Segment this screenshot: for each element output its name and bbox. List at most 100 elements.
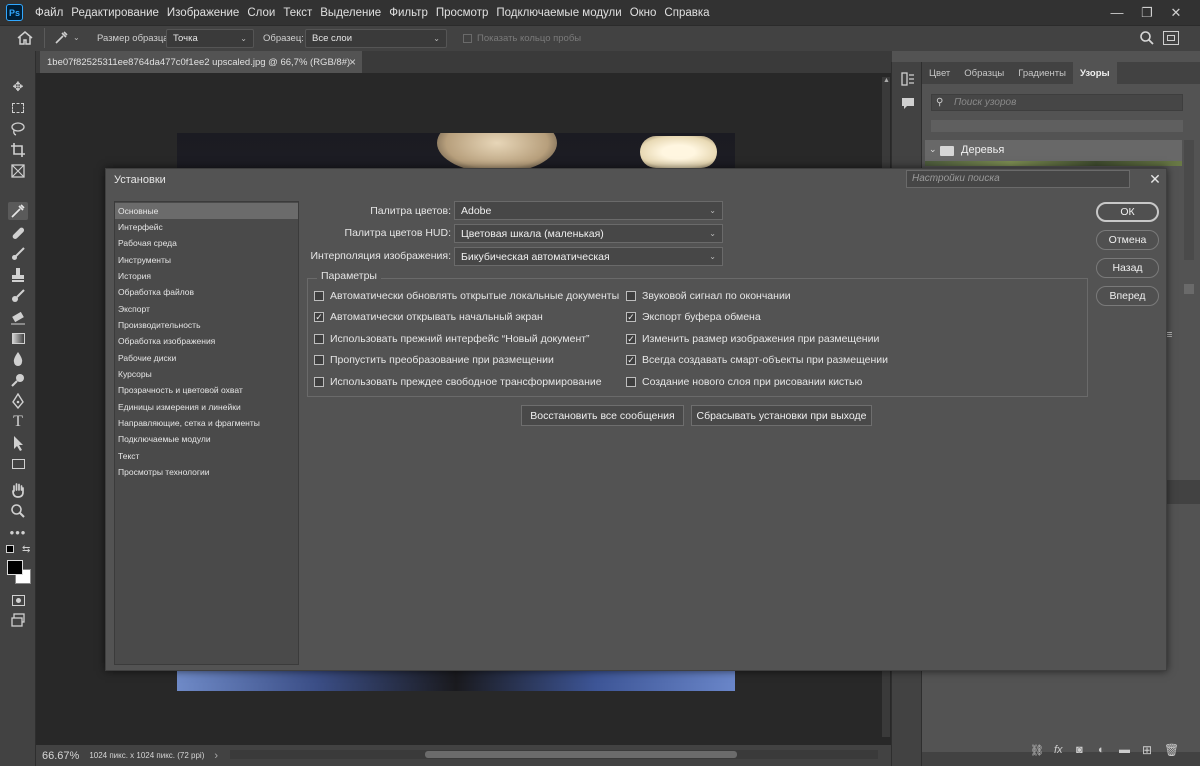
rectangle-tool-icon[interactable]	[8, 455, 28, 473]
tab-gradients[interactable]: Градиенты	[1011, 62, 1073, 84]
menu-file[interactable]: Файл	[31, 7, 67, 19]
nav-units-rulers[interactable]: Единицы измерения и линейки	[115, 399, 298, 415]
home-icon[interactable]	[16, 30, 34, 46]
checkbox-box[interactable]	[626, 291, 636, 301]
mask-icon[interactable]: ◙	[1076, 744, 1083, 756]
nav-workspace[interactable]: Рабочая среда	[115, 235, 298, 251]
quick-mask-icon[interactable]	[8, 591, 28, 609]
checkbox-skip-transform[interactable]: Пропустить преобразование при размещении	[314, 354, 554, 366]
nav-image-processing[interactable]: Обработка изображения	[115, 333, 298, 349]
restore-icon[interactable]: ❐	[1134, 0, 1160, 25]
search-icon[interactable]	[1139, 30, 1155, 46]
checkbox-resize-on-place[interactable]: ✓ Изменить размер изображения при размещ…	[626, 333, 879, 345]
tab-swatches[interactable]: Образцы	[957, 62, 1011, 84]
cancel-button[interactable]: Отмена	[1096, 230, 1159, 250]
nav-technology-previews[interactable]: Просмотры технологии	[115, 464, 298, 480]
checkbox-new-layer-on-paint[interactable]: Создание нового слоя при рисовании кисть…	[626, 376, 862, 388]
hand-tool-icon[interactable]	[8, 481, 28, 499]
checkbox-auto-update-docs[interactable]: Автоматически обновлять открытые локальн…	[314, 290, 619, 302]
checkbox-box[interactable]	[626, 377, 636, 387]
nav-cursors[interactable]: Курсоры	[115, 366, 298, 382]
checkbox-box-checked[interactable]: ✓	[626, 355, 636, 365]
eyedropper-tool-icon[interactable]	[8, 202, 28, 220]
brush-tool-icon[interactable]	[8, 245, 28, 263]
menu-filter[interactable]: Фильтр	[385, 7, 432, 19]
stamp-tool-icon[interactable]	[8, 266, 28, 284]
tab-patterns[interactable]: Узоры	[1072, 62, 1117, 84]
checkbox-box-checked[interactable]: ✓	[314, 312, 324, 322]
zoom-level[interactable]: 66.67%	[42, 750, 79, 762]
eyedropper-preset-icon[interactable]	[53, 30, 69, 46]
color-picker-select[interactable]: Adobe ⌄	[454, 201, 723, 220]
hud-picker-select[interactable]: Цветовая шкала (маленькая) ⌄	[454, 224, 723, 243]
more-tools-icon[interactable]: •••	[8, 523, 28, 541]
nav-tools[interactable]: Инструменты	[115, 252, 298, 268]
adjustment-layer-icon[interactable]: ◐	[1098, 744, 1105, 756]
move-tool-icon[interactable]: ✥	[8, 78, 28, 96]
delete-layer-icon[interactable]: 🗑	[1164, 743, 1179, 757]
close-tab-icon[interactable]: ×	[349, 55, 356, 69]
checkbox-beep-when-done[interactable]: Звуковой сигнал по окончании	[626, 290, 791, 302]
prev-button[interactable]: Назад	[1096, 258, 1159, 278]
horizontal-scrollbar[interactable]	[230, 750, 878, 759]
preferences-search-field[interactable]: Настройки поиска	[906, 170, 1130, 188]
sample-select[interactable]: Все слои ⌄	[305, 29, 447, 48]
sample-size-select[interactable]: Точка ⌄	[166, 29, 254, 48]
chevron-down-icon[interactable]: ⌄	[73, 33, 80, 42]
menu-view[interactable]: Просмотр	[432, 7, 493, 19]
menu-help[interactable]: Справка	[660, 7, 713, 19]
link-layers-icon[interactable]: ⛓	[1030, 744, 1044, 757]
document-tab[interactable]: 1be07f82525311ee8764da477c0f1ee2 upscale…	[40, 51, 362, 73]
dodge-tool-icon[interactable]	[8, 371, 28, 389]
checkbox-box[interactable]	[314, 334, 324, 344]
checkbox-legacy-free-transform[interactable]: Использовать преждее свободное трансформ…	[314, 376, 602, 388]
history-panel-icon[interactable]	[900, 71, 916, 87]
nav-transparency[interactable]: Прозрачность и цветовой охват	[115, 382, 298, 398]
menu-image[interactable]: Изображение	[163, 7, 243, 19]
reset-prefs-on-quit-button[interactable]: Сбрасывать установки при выходе	[691, 405, 872, 426]
eraser-tool-icon[interactable]	[8, 308, 28, 326]
path-selection-icon[interactable]	[8, 434, 28, 452]
nav-history[interactable]: История	[115, 268, 298, 284]
scrollbar-thumb[interactable]	[425, 751, 737, 758]
gradient-tool-icon[interactable]	[8, 329, 28, 347]
nav-plugins[interactable]: Подключаемые модули	[115, 431, 298, 447]
show-ring-checkbox[interactable]	[463, 34, 472, 43]
nav-interface[interactable]: Интерфейс	[115, 219, 298, 235]
reset-all-warnings-button[interactable]: Восстановить все сообщения	[521, 405, 684, 426]
chevron-right-icon[interactable]: ›	[214, 750, 218, 762]
menu-window[interactable]: Окно	[626, 7, 661, 19]
fx-icon[interactable]: fx	[1054, 744, 1063, 756]
menu-select[interactable]: Выделение	[316, 7, 385, 19]
swap-colors-icon[interactable]: ⇆	[22, 544, 30, 555]
panel-scrollbar[interactable]	[1184, 140, 1194, 260]
history-brush-icon[interactable]	[8, 287, 28, 305]
close-window-icon[interactable]: ✕	[1163, 0, 1189, 25]
checkbox-box[interactable]	[314, 291, 324, 301]
checkbox-export-clipboard[interactable]: ✓ Экспорт буфера обмена	[626, 311, 761, 323]
checkbox-auto-show-home[interactable]: ✓ Автоматически открывать начальный экра…	[314, 311, 543, 323]
chevron-down-icon[interactable]: ⌄	[929, 144, 937, 155]
healing-brush-icon[interactable]	[8, 224, 28, 242]
screen-mode-icon[interactable]	[8, 611, 28, 629]
checkbox-box-checked[interactable]: ✓	[626, 312, 636, 322]
pattern-search-field[interactable]: ⚲ Поиск узоров	[931, 94, 1183, 111]
nav-performance[interactable]: Производительность	[115, 317, 298, 333]
new-layer-icon[interactable]: ⊞	[1142, 743, 1152, 757]
checkbox-box[interactable]	[314, 377, 324, 387]
nav-general[interactable]: Основные	[115, 203, 298, 219]
interpolation-select[interactable]: Бикубическая автоматическая ⌄	[454, 247, 723, 266]
menu-plugins[interactable]: Подключаемые модули	[492, 7, 625, 19]
foreground-color-swatch[interactable]	[7, 560, 23, 575]
menu-layers[interactable]: Слои	[243, 7, 279, 19]
menu-type[interactable]: Текст	[279, 7, 316, 19]
checkbox-box-checked[interactable]: ✓	[626, 334, 636, 344]
ok-button[interactable]: ОК	[1096, 202, 1159, 222]
nav-type[interactable]: Текст	[115, 448, 298, 464]
pen-tool-icon[interactable]	[8, 392, 28, 410]
frame-tool-icon[interactable]	[8, 162, 28, 180]
lasso-tool-icon[interactable]	[8, 120, 28, 138]
marquee-tool-icon[interactable]	[8, 99, 28, 117]
menu-edit[interactable]: Редактирование	[67, 7, 163, 19]
comments-panel-icon[interactable]	[900, 95, 916, 111]
